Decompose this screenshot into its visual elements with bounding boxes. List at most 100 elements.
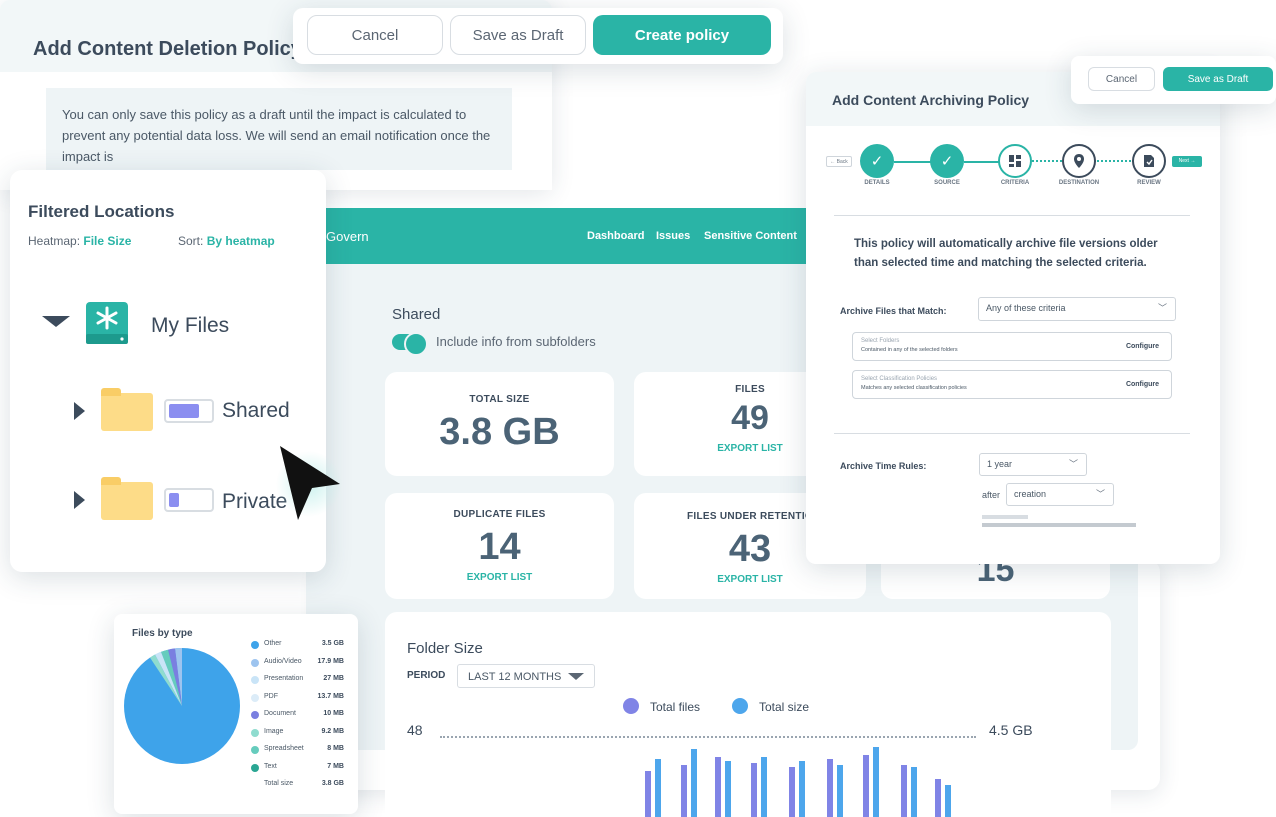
- divider: [834, 433, 1190, 434]
- root-folder-name[interactable]: My Files: [151, 314, 229, 338]
- after-label: after: [982, 490, 1001, 500]
- expand-toggle-icon[interactable]: [74, 402, 85, 420]
- time-select[interactable]: 1 year ﹀: [979, 453, 1087, 476]
- bar-files: [751, 763, 757, 817]
- archive-title: Add Content Archiving Policy: [832, 92, 1030, 108]
- select-folders-sub: Contained in any of the selected folders: [861, 347, 958, 353]
- sort-setting[interactable]: Sort: By heatmap: [178, 234, 275, 248]
- subfolders-toggle[interactable]: [392, 332, 428, 356]
- heatmap-label: Heatmap:: [28, 234, 81, 248]
- chevron-down-icon: ﹀: [1157, 303, 1167, 313]
- type-name: Total size: [264, 780, 294, 787]
- cancel-button[interactable]: Cancel: [307, 15, 443, 55]
- archive-policy-actions: Cancel Save as Draft: [1071, 56, 1276, 104]
- select-classification-title: Select Classification Policies: [861, 376, 938, 382]
- nav-issues[interactable]: Issues: [656, 230, 690, 242]
- legend-dot: [251, 676, 259, 684]
- section-title: Shared: [392, 306, 441, 323]
- after-select[interactable]: creation ﹀: [1006, 483, 1114, 506]
- bar-files: [681, 765, 687, 817]
- type-value: 9.2 MB: [321, 727, 344, 735]
- select-folders-title: Select Folders: [861, 338, 900, 344]
- period-label: PERIOD: [407, 670, 446, 681]
- bar-size: [799, 761, 805, 817]
- folder-size-title: Folder Size: [407, 640, 483, 657]
- step-label: DETAILS: [864, 180, 890, 186]
- drive-icon: [86, 302, 128, 344]
- create-policy-button[interactable]: Create policy: [593, 15, 771, 55]
- brand-name: Govern: [326, 229, 369, 244]
- configure-classification-button[interactable]: Configure: [1126, 381, 1159, 388]
- step-connector: [1032, 160, 1062, 162]
- next-button[interactable]: Next →: [1172, 156, 1202, 167]
- collapse-toggle-icon[interactable]: [42, 316, 70, 327]
- export-list-link[interactable]: EXPORT LIST: [385, 572, 614, 583]
- step-connector: [894, 161, 932, 163]
- period-select[interactable]: LAST 12 MONTHS: [457, 664, 595, 688]
- type-value: 7 MB: [327, 762, 344, 770]
- step-review-file-icon[interactable]: [1132, 144, 1166, 178]
- legend-dot: [251, 693, 259, 702]
- step-label: CRITERIA: [1000, 180, 1030, 186]
- expand-toggle-icon[interactable]: [74, 491, 85, 509]
- heatmap-setting[interactable]: Heatmap: File Size: [28, 234, 131, 248]
- select-classification-row[interactable]: Select Classification Policies Matches a…: [852, 370, 1172, 399]
- type-name: Image: [264, 727, 284, 735]
- legend-dot: [251, 763, 259, 772]
- type-row: Text 7 MB: [264, 763, 344, 770]
- configure-folders-button[interactable]: Configure: [1126, 343, 1159, 350]
- archiving-policy-window: Add Content Archiving Policy ← Back Next…: [806, 72, 1220, 564]
- type-row: Audio/Video 17.9 MB: [264, 658, 344, 665]
- bar-size: [761, 757, 767, 817]
- after-select-value: creation: [1014, 489, 1047, 499]
- step-criteria-grid-icon[interactable]: [998, 144, 1032, 178]
- step-connector: [1094, 160, 1134, 162]
- sort-label: Sort:: [178, 234, 204, 248]
- step-label: DESTINATION: [1058, 180, 1100, 186]
- legend-dot: [251, 746, 259, 754]
- folder-name-shared[interactable]: Shared: [222, 399, 290, 423]
- nav-dashboard[interactable]: Dashboard: [587, 230, 644, 242]
- type-name: Spreadsheet: [264, 745, 304, 752]
- legend-dot: [251, 711, 259, 719]
- legend-total-size: Total size: [759, 700, 810, 714]
- type-row: Image 9.2 MB: [264, 728, 344, 735]
- left-axis-max: 48: [407, 722, 423, 738]
- archive-save-draft-button[interactable]: Save as Draft: [1163, 67, 1273, 91]
- stat-value: 14: [478, 526, 521, 568]
- step-source-check-icon[interactable]: ✓: [930, 144, 964, 178]
- bar-files: [789, 767, 795, 817]
- chevron-down-icon: ﹀: [1095, 489, 1105, 499]
- type-value: 3.8 GB: [321, 780, 344, 787]
- type-value: 3.5 GB: [321, 640, 344, 647]
- time-rules-label: Archive Time Rules:: [840, 461, 927, 471]
- export-list-link[interactable]: EXPORT LIST: [634, 574, 866, 585]
- archive-cancel-button[interactable]: Cancel: [1088, 67, 1155, 91]
- heatmap-bar: [164, 399, 214, 423]
- chevron-down-icon: [568, 673, 584, 680]
- select-folders-row[interactable]: Select Folders Contained in any of the s…: [852, 332, 1172, 361]
- step-details-check-icon[interactable]: ✓: [860, 144, 894, 178]
- bar-files: [863, 755, 869, 817]
- type-row: Spreadsheet 8 MB: [264, 745, 344, 752]
- mouse-pointer-icon: [276, 446, 342, 520]
- stat-duplicate-files: DUPLICATE FILES 14 EXPORT LIST: [385, 493, 614, 599]
- nav-sensitive-content[interactable]: Sensitive Content: [704, 230, 797, 242]
- save-draft-button[interactable]: Save as Draft: [450, 15, 586, 55]
- back-button[interactable]: ← Back: [826, 156, 852, 167]
- period-select-value: LAST 12 MONTHS: [468, 671, 562, 683]
- divider: [834, 215, 1190, 216]
- archive-description: This policy will automatically archive f…: [854, 238, 1158, 269]
- type-row: Total size 3.8 GB: [264, 780, 344, 787]
- match-select[interactable]: Any of these criteria ﹀: [978, 297, 1176, 321]
- step-destination-pin-icon[interactable]: [1062, 144, 1096, 178]
- subfolders-toggle-label: Include info from subfolders: [436, 334, 596, 349]
- bar-files: [715, 757, 721, 817]
- legend-dot: [251, 728, 259, 737]
- type-row: PDF 13.7 MB: [264, 693, 344, 700]
- legend-dot: [251, 641, 259, 649]
- placeholder-bar: [982, 523, 1136, 527]
- legend-dot-files: [623, 698, 639, 714]
- stat-value: 3.8 GB: [439, 411, 560, 453]
- bar-files: [645, 771, 651, 817]
